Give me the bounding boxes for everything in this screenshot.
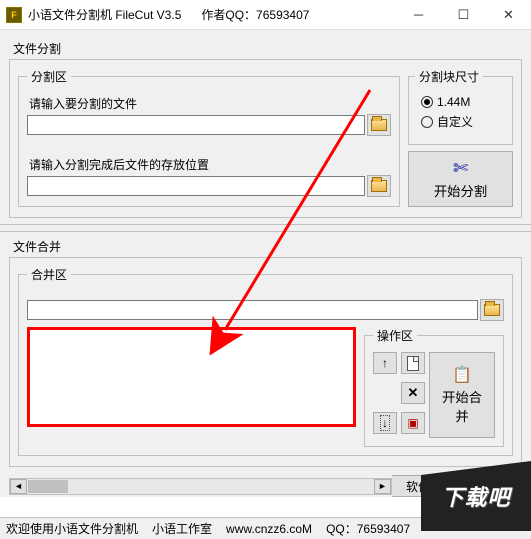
arrow-up-icon: ↑ — [382, 356, 388, 370]
move-up-button[interactable]: ↑ — [373, 352, 397, 374]
merge-op-legend: 操作区 — [373, 327, 417, 344]
split-size-fieldset: 分割块尺寸 1.44M 自定义 — [408, 68, 513, 145]
split-output-path[interactable] — [27, 176, 365, 196]
radio-icon — [421, 96, 433, 108]
merge-fieldset-legend: 合并区 — [27, 266, 71, 283]
start-merge-button[interactable]: 📋 开始合并 — [429, 352, 495, 438]
status-bar: 欢迎使用小语文件分割机 小语工作室 www.cnzz6.coM QQ：76593… — [0, 517, 531, 539]
titlebar: F 小语文件分割机 FileCut V3.5 作者QQ：76593407 ─ ☐… — [0, 0, 531, 30]
about-button[interactable]: 关于 — [469, 475, 522, 497]
x-icon: ✕ — [408, 385, 419, 401]
window-controls: ─ ☐ ✕ — [396, 0, 531, 29]
merge-panel: 合并区 操作区 ↑ 📋 开始合并 — [9, 257, 522, 467]
start-split-label: 开始分割 — [434, 181, 487, 200]
split-output-browse-button[interactable] — [367, 175, 391, 197]
split-input-file-label: 请输入要分割的文件 — [29, 95, 391, 112]
start-merge-label: 开始合并 — [436, 387, 488, 425]
new-file-button[interactable] — [401, 352, 425, 374]
split-fieldset-legend: 分割区 — [27, 68, 71, 85]
select-button[interactable]: ▣ — [401, 412, 425, 434]
merge-file-list[interactable] — [27, 327, 356, 427]
bottom-bar: ◄ ► 软件注册 关于 — [9, 475, 522, 497]
window-title: 小语文件分割机 FileCut V3.5 — [28, 6, 181, 23]
minimize-button[interactable]: ─ — [396, 0, 441, 29]
radio-144m-label: 1.44M — [437, 95, 470, 109]
folder-open-icon — [484, 304, 500, 316]
split-input-file[interactable] — [27, 115, 365, 135]
select-icon: ▣ — [407, 416, 418, 430]
status-welcome: 欢迎使用小语文件分割机 — [6, 520, 138, 537]
scissors-icon: ✄ — [453, 158, 468, 179]
status-url: www.cnzz6.coM — [226, 522, 312, 536]
window-author: 作者QQ：76593407 — [201, 6, 396, 23]
split-fieldset: 分割区 请输入要分割的文件 请输入分割完成后文件的存放位置 — [18, 68, 400, 207]
scroll-left-button[interactable]: ◄ — [10, 479, 27, 494]
split-section-label: 文件分割 — [13, 40, 522, 57]
close-button[interactable]: ✕ — [486, 0, 531, 29]
clipboard-icon: 📋 — [452, 365, 472, 385]
file-icon — [407, 356, 419, 371]
horizontal-scrollbar[interactable]: ◄ ► — [9, 478, 392, 495]
radio-custom[interactable]: 自定义 — [421, 113, 506, 130]
split-panel: 分割区 请输入要分割的文件 请输入分割完成后文件的存放位置 — [9, 59, 522, 218]
section-divider — [0, 224, 531, 232]
merge-browse-button[interactable] — [480, 299, 504, 321]
radio-custom-label: 自定义 — [437, 113, 473, 130]
remove-button[interactable]: ✕ — [401, 382, 425, 404]
app-icon: F — [6, 7, 22, 23]
merge-fieldset: 合并区 操作区 ↑ 📋 开始合并 — [18, 266, 513, 456]
merge-op-fieldset: 操作区 ↑ 📋 开始合并 ✕ ↓ ▣ — [364, 327, 504, 447]
start-split-button[interactable]: ✄ 开始分割 — [408, 151, 513, 207]
merge-input-path[interactable] — [27, 300, 478, 320]
folder-open-icon — [371, 119, 387, 131]
radio-icon — [421, 116, 433, 128]
move-down-button[interactable]: ↓ — [373, 412, 397, 434]
folder-open-icon — [371, 180, 387, 192]
arrow-down-icon: ↓ — [380, 415, 390, 431]
scroll-right-button[interactable]: ► — [374, 479, 391, 494]
maximize-button[interactable]: ☐ — [441, 0, 486, 29]
split-output-path-label: 请输入分割完成后文件的存放位置 — [29, 156, 391, 173]
split-size-legend: 分割块尺寸 — [415, 68, 483, 85]
register-button[interactable]: 软件注册 — [392, 475, 469, 497]
radio-144m[interactable]: 1.44M — [421, 95, 506, 109]
status-qq: QQ：76593407 — [326, 520, 410, 537]
merge-section-label: 文件合并 — [13, 238, 522, 255]
status-studio: 小语工作室 — [152, 520, 212, 537]
scroll-thumb[interactable] — [28, 480, 68, 493]
split-input-browse-button[interactable] — [367, 114, 391, 136]
